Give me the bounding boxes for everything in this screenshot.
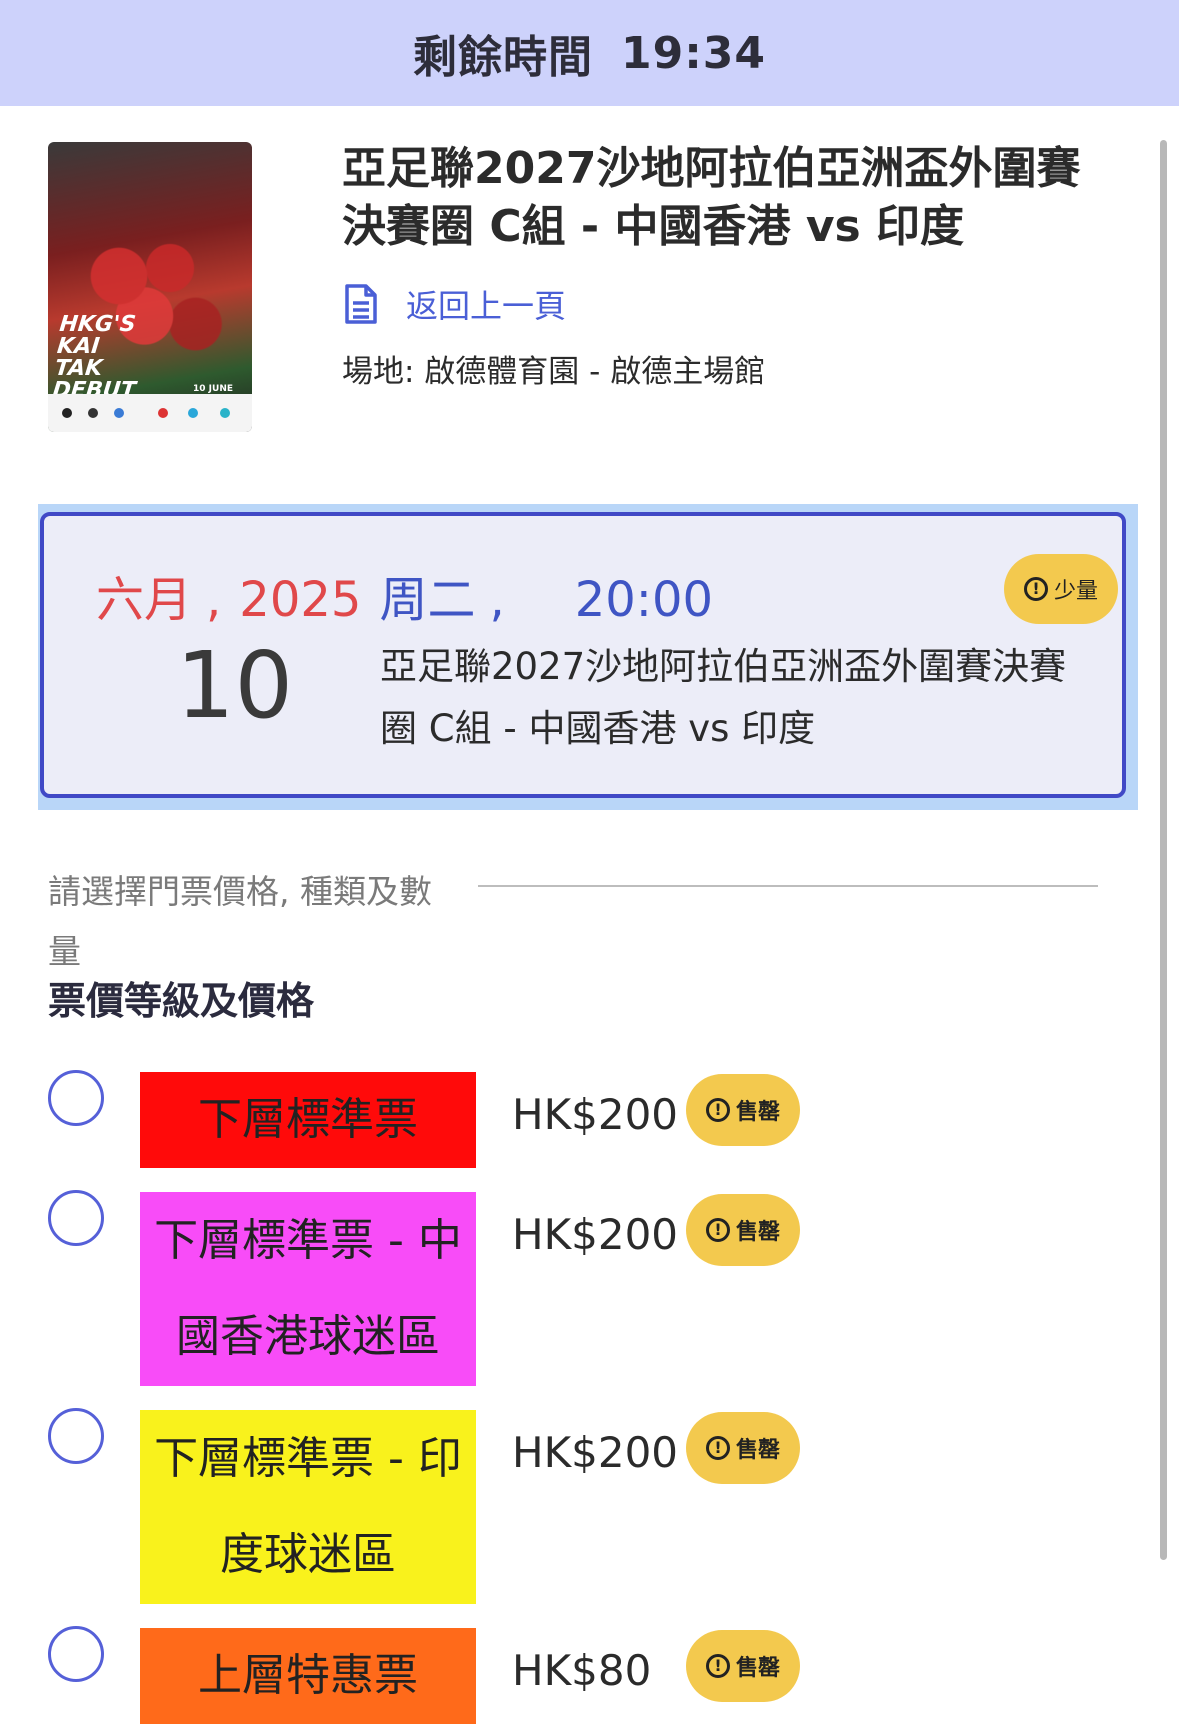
performance-month: 六月	[96, 572, 193, 628]
back-link-label: 返回上一頁	[406, 287, 567, 325]
alert-circle-icon: !	[705, 1436, 730, 1460]
tier-radio[interactable]	[48, 1190, 104, 1246]
poster-headline: HKG'S KAI TAK DEBUT	[51, 312, 137, 403]
sponsor-logo	[158, 408, 168, 418]
tier-price: HK$80	[512, 1646, 652, 1695]
divider	[478, 885, 1098, 887]
sold-out-badge: ! 售罄	[686, 1412, 800, 1484]
venue-text: 場地: 啟德體育園 - 啟德主場館	[342, 354, 766, 390]
tier-radio[interactable]	[48, 1070, 104, 1126]
sold-out-badge: ! 售罄	[686, 1630, 800, 1702]
document-icon	[345, 284, 377, 324]
availability-badge: ! 少量	[1004, 554, 1118, 624]
tier-label: 下層標準票 - 印度球迷區	[140, 1410, 476, 1604]
back-link[interactable]: 返回上一頁	[344, 282, 566, 326]
pricing-title: 票價等級及價格	[48, 979, 315, 1023]
countdown-bar: 剩餘時間 19:34	[0, 0, 1179, 106]
tier-price: HK$200	[512, 1428, 679, 1477]
alert-circle-icon: !	[705, 1098, 730, 1122]
sponsor-logo	[62, 408, 72, 418]
performance-date-line: 六月, 2025 周二, 20:00	[96, 560, 713, 630]
sold-out-badge: ! 售罄	[686, 1194, 800, 1266]
performance-description: 亞足聯2027沙地阿拉伯亞洲盃外圍賽決賽圈 C組 - 中國香港 vs 印度	[380, 645, 1067, 750]
tier-price: HK$200	[512, 1090, 679, 1139]
performance-weekday: 周二	[379, 572, 476, 628]
tier-radio[interactable]	[48, 1626, 104, 1682]
sold-out-label: 售罄	[735, 1656, 780, 1681]
sold-out-label: 售罄	[735, 1100, 780, 1125]
alert-circle-icon: !	[705, 1654, 730, 1678]
scrollbar[interactable]	[1160, 140, 1167, 1560]
alert-circle-icon: !	[1023, 577, 1048, 601]
sponsor-logo	[88, 408, 98, 418]
tier-price: HK$200	[512, 1210, 679, 1259]
event-title: 亞足聯2027沙地阿拉伯亞洲盃外圍賽決賽圈 C組 - 中國香港 vs 印度	[342, 143, 1081, 252]
sponsor-logo	[188, 408, 198, 418]
tier-label: 上層特惠票	[140, 1628, 476, 1724]
sold-out-label: 售罄	[735, 1438, 780, 1463]
tier-label: 下層標準票 - 中國香港球迷區	[140, 1192, 476, 1386]
sold-out-badge: ! 售罄	[686, 1074, 800, 1146]
performance-year: 2025	[239, 572, 362, 628]
countdown-value: 19:34	[620, 27, 767, 79]
performance-day: 10	[176, 632, 294, 739]
availability-label: 少量	[1053, 579, 1098, 604]
sponsor-logo	[114, 408, 124, 418]
sold-out-label: 售罄	[735, 1220, 780, 1245]
countdown-label: 剩餘時間	[412, 32, 593, 83]
date-separator: ,	[206, 572, 222, 628]
sponsor-logo	[220, 408, 230, 418]
alert-circle-icon: !	[705, 1218, 730, 1242]
date-separator: ,	[489, 572, 505, 628]
tier-label: 下層標準票	[140, 1072, 476, 1168]
tier-radio[interactable]	[48, 1408, 104, 1464]
pricing-hint: 請選擇門票價格, 種類及數量	[48, 872, 432, 971]
performance-time: 20:00	[574, 572, 714, 628]
event-poster: HKG'S KAI TAK DEBUT 10 JUNE 2025 KAI TAK…	[48, 142, 252, 432]
